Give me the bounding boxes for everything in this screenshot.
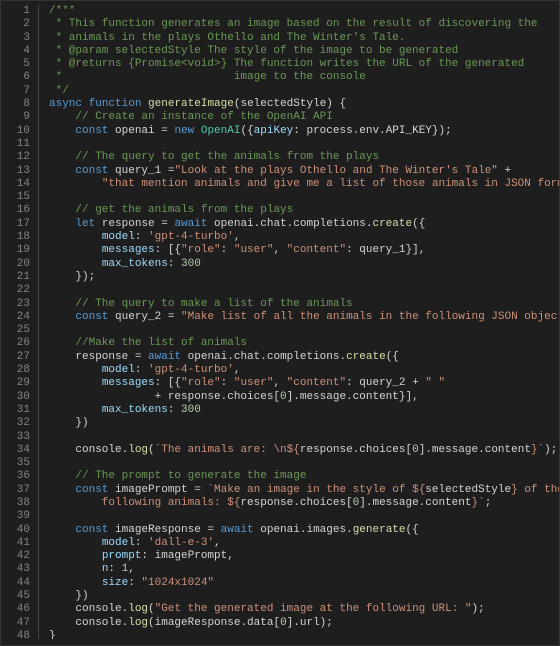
line-number: 44 xyxy=(1,577,30,590)
line-number: 33 xyxy=(1,431,30,444)
code-line[interactable] xyxy=(49,431,559,444)
code-line[interactable]: * This function generates an image based… xyxy=(49,18,559,31)
code-line[interactable]: console.log(`The animals are: \n${respon… xyxy=(49,444,559,457)
line-number: 30 xyxy=(1,391,30,404)
line-number: 39 xyxy=(1,510,30,523)
code-line[interactable]: size: "1024x1024" xyxy=(49,577,559,590)
line-number: 10 xyxy=(1,125,30,138)
line-number: 35 xyxy=(1,457,30,470)
line-number: 45 xyxy=(1,590,30,603)
line-number: 27 xyxy=(1,351,30,364)
code-line[interactable]: // The query to get the animals from the… xyxy=(49,151,559,164)
code-line[interactable] xyxy=(49,510,559,523)
code-line[interactable]: * @returns {Promise<void>} The function … xyxy=(49,58,559,71)
code-line[interactable]: }); xyxy=(49,271,559,284)
code-line[interactable]: // The query to make a list of the anima… xyxy=(49,298,559,311)
line-number: 12 xyxy=(1,151,30,164)
code-line[interactable]: } xyxy=(49,630,559,639)
line-number: 41 xyxy=(1,537,30,550)
line-number: 21 xyxy=(1,271,30,284)
code-line[interactable]: // Create an instance of the OpenAI API xyxy=(49,111,559,124)
code-line[interactable]: prompt: imagePrompt, xyxy=(49,550,559,563)
code-line[interactable]: }) xyxy=(49,417,559,430)
line-number: 13 xyxy=(1,165,30,178)
line-number: 47 xyxy=(1,617,30,630)
code-line[interactable]: response = await openai.chat.completions… xyxy=(49,351,559,364)
line-number: 16 xyxy=(1,204,30,217)
line-number: 11 xyxy=(1,138,30,151)
line-number: 19 xyxy=(1,244,30,257)
line-number: 6 xyxy=(1,71,30,84)
code-line[interactable] xyxy=(49,324,559,337)
line-number: 26 xyxy=(1,337,30,350)
code-line[interactable] xyxy=(49,457,559,470)
code-line[interactable]: */ xyxy=(49,85,559,98)
line-number: 9 xyxy=(1,111,30,124)
line-number: 32 xyxy=(1,417,30,430)
code-line[interactable]: * @param selectedStyle The style of the … xyxy=(49,45,559,58)
line-number: 20 xyxy=(1,258,30,271)
line-number: 29 xyxy=(1,377,30,390)
line-number: 15 xyxy=(1,191,30,204)
line-number: 42 xyxy=(1,550,30,563)
code-line[interactable]: max_tokens: 300 xyxy=(49,404,559,417)
code-line[interactable]: max_tokens: 300 xyxy=(49,258,559,271)
code-line[interactable]: following animals: ${response.choices[0]… xyxy=(49,497,559,510)
code-line[interactable]: // The prompt to generate the image xyxy=(49,470,559,483)
code-line[interactable] xyxy=(49,138,559,151)
line-number-gutter: 1234567891011121314151617181920212223242… xyxy=(1,5,39,639)
line-number: 40 xyxy=(1,524,30,537)
code-line[interactable]: model: 'gpt-4-turbo', xyxy=(49,231,559,244)
code-line[interactable]: console.log("Get the generated image at … xyxy=(49,603,559,616)
line-number: 23 xyxy=(1,298,30,311)
line-number: 14 xyxy=(1,178,30,191)
line-number: 31 xyxy=(1,404,30,417)
code-line[interactable]: model: 'dall-e-3', xyxy=(49,537,559,550)
code-editor[interactable]: 1234567891011121314151617181920212223242… xyxy=(0,0,560,646)
line-number: 5 xyxy=(1,58,30,71)
code-line[interactable]: * animals in the plays Othello and The W… xyxy=(49,32,559,45)
code-line[interactable]: //Make the list of animals xyxy=(49,337,559,350)
code-line[interactable]: "that mention animals and give me a list… xyxy=(49,178,559,191)
line-number: 48 xyxy=(1,630,30,643)
code-line[interactable] xyxy=(49,284,559,297)
code-line[interactable]: // get the animals from the plays xyxy=(49,204,559,217)
code-line[interactable]: * image to the console xyxy=(49,71,559,84)
line-number: 3 xyxy=(1,32,30,45)
line-number: 25 xyxy=(1,324,30,337)
code-line[interactable]: const query_1 ="Look at the plays Othell… xyxy=(49,165,559,178)
code-line[interactable]: messages: [{"role": "user", "content": q… xyxy=(49,244,559,257)
code-line[interactable]: const query_2 = "Make list of all the an… xyxy=(49,311,559,324)
line-number: 18 xyxy=(1,231,30,244)
code-content[interactable]: /*** * This function generates an image … xyxy=(39,5,559,639)
code-line[interactable] xyxy=(49,191,559,204)
line-number: 17 xyxy=(1,218,30,231)
line-number: 28 xyxy=(1,364,30,377)
code-line[interactable]: async function generateImage(selectedSty… xyxy=(49,98,559,111)
code-line[interactable]: model: 'gpt-4-turbo', xyxy=(49,364,559,377)
line-number: 8 xyxy=(1,98,30,111)
code-line[interactable]: console.log(imageResponse.data[0].url); xyxy=(49,617,559,630)
line-number: 46 xyxy=(1,603,30,616)
code-line[interactable]: }) xyxy=(49,590,559,603)
code-line[interactable]: n: 1, xyxy=(49,563,559,576)
line-number: 37 xyxy=(1,484,30,497)
line-number: 22 xyxy=(1,284,30,297)
code-line[interactable]: let response = await openai.chat.complet… xyxy=(49,218,559,231)
line-number: 2 xyxy=(1,18,30,31)
code-line[interactable]: + response.choices[0].message.content}], xyxy=(49,391,559,404)
line-number: 4 xyxy=(1,45,30,58)
line-number: 34 xyxy=(1,444,30,457)
line-number: 1 xyxy=(1,5,30,18)
line-number: 38 xyxy=(1,497,30,510)
code-line[interactable]: const imagePrompt = `Make an image in th… xyxy=(49,484,559,497)
line-number: 24 xyxy=(1,311,30,324)
line-number: 43 xyxy=(1,563,30,576)
code-line[interactable]: messages: [{"role": "user", "content": q… xyxy=(49,377,559,390)
code-line[interactable]: /*** xyxy=(49,5,559,18)
line-number: 7 xyxy=(1,85,30,98)
code-line[interactable]: const imageResponse = await openai.image… xyxy=(49,524,559,537)
line-number: 36 xyxy=(1,470,30,483)
code-line[interactable]: const openai = new OpenAI({apiKey: proce… xyxy=(49,125,559,138)
